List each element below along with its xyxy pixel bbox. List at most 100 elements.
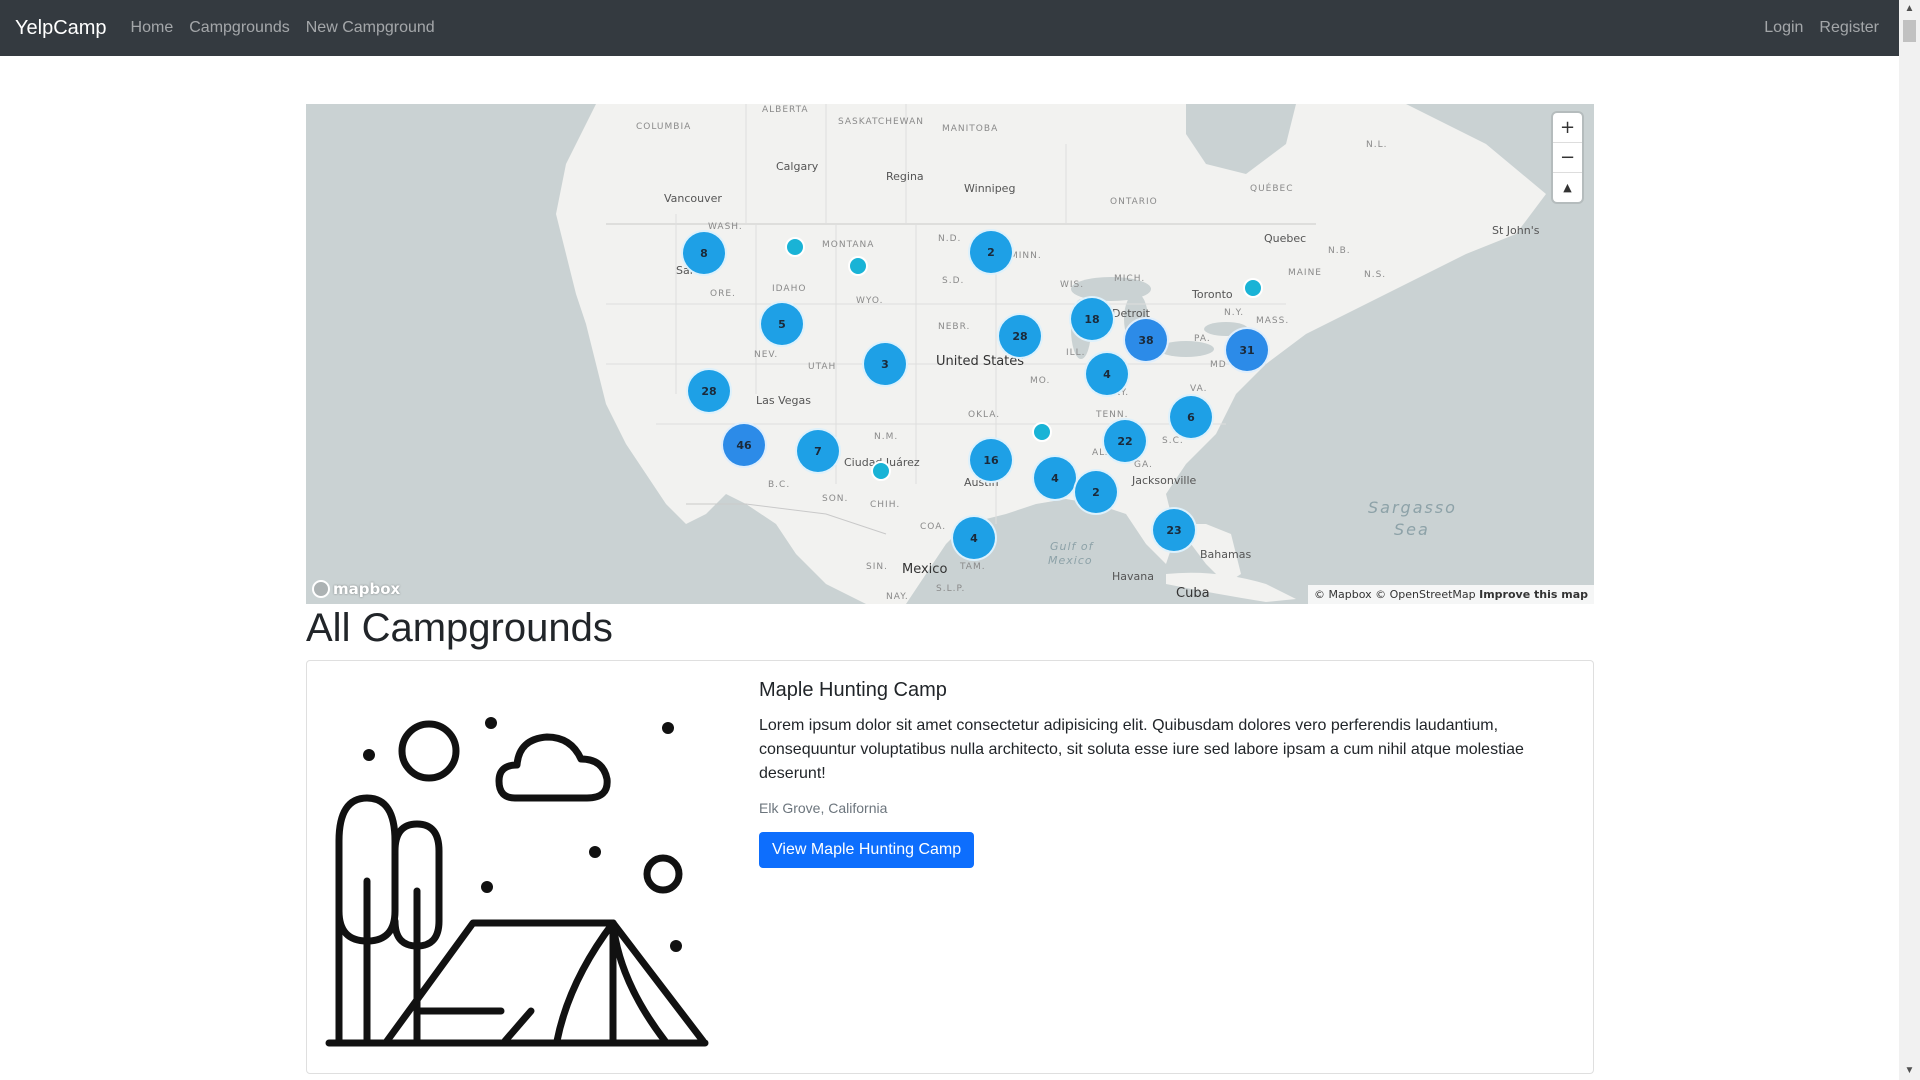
map-label-ny: N.Y. [1224,308,1245,318]
map-label-sin: SIN. [866,562,888,572]
map-city-bahamas: Bahamas [1200,548,1252,561]
map-country-cuba: Cuba [1176,586,1210,601]
map-cluster[interactable]: 38 [1123,317,1169,363]
map-label-tam: TAM. [960,562,986,572]
map-cluster[interactable]: 4 [1084,351,1130,397]
map-label-nay: NAY. [886,592,909,602]
campground-tent-illustration [325,717,709,1047]
map-label-maine: MAINE [1288,268,1322,278]
map-navigation-controls: + − ▲ [1553,113,1582,202]
mapbox-logo-icon [312,580,330,598]
nav-auth-links: Login Register [1764,19,1879,37]
map-label-chih: CHIH. [870,500,901,510]
zoom-in-button[interactable]: + [1553,113,1582,143]
map-cluster[interactable]: 31 [1224,327,1270,373]
map-label-mass: MASS. [1256,316,1290,326]
mapbox-logo-text: mapbox [333,580,401,598]
map-cluster[interactable]: 2 [1073,469,1119,515]
improve-map-link[interactable]: Improve this map [1479,588,1588,601]
campground-card: Maple Hunting Camp Lorem ipsum dolor sit… [306,660,1594,1074]
zoom-out-button[interactable]: − [1553,143,1582,173]
map-city-toronto: Toronto [1192,288,1233,301]
map-label-alberta: ALBERTA [762,105,809,115]
map-cluster[interactable]: 3 [862,341,908,387]
map-label-slp: S.L.P. [936,584,966,594]
mapbox-logo[interactable]: mapbox [312,580,400,598]
map-cluster[interactable]: 16 [968,437,1014,483]
map-city-regina: Regina [886,170,924,183]
map-label-wash: WASH. [708,222,743,232]
map-label-nl: N.L. [1366,140,1388,150]
attribution-osm-link[interactable]: © OpenStreetMap [1375,588,1476,601]
map-label-nev: NEV. [754,350,779,360]
map-cluster[interactable]: 2 [968,229,1014,275]
map-cluster[interactable]: 7 [795,428,841,474]
plus-icon: + [1559,117,1576,138]
brand-logo[interactable]: YelpCamp [15,17,107,40]
campground-location: Elk Grove, California [759,800,888,816]
page-title: All Campgrounds [306,606,613,650]
map-cluster[interactable]: 8 [681,230,727,276]
compass-icon: ▲ [1563,181,1572,194]
map-cluster[interactable]: 46 [721,422,767,468]
scroll-down-arrow-icon[interactable]: ▼ [1899,1064,1920,1078]
nav-campgrounds-link[interactable]: Campgrounds [189,19,290,37]
page-scrollbar[interactable]: ▲ ▼ [1899,0,1920,1080]
scroll-thumb[interactable] [1903,20,1916,42]
attribution-mapbox-link[interactable]: © Mapbox [1314,588,1372,601]
campground-title: Maple Hunting Camp [759,679,947,701]
map-sea-label-1: Sargasso [1368,498,1457,517]
map-label-montana: MONTANA [822,240,875,250]
map-cluster[interactable]: 23 [1151,507,1197,553]
nav-login-link[interactable]: Login [1764,19,1803,37]
reset-bearing-button[interactable]: ▲ [1553,173,1582,202]
map-cluster[interactable]: 4 [1032,455,1078,501]
cluster-map[interactable]: COLUMBIA ALBERTA SASKATCHEWAN MANITOBA O… [306,104,1594,604]
map-city-st-johns: St John's [1492,224,1540,237]
map-country-mexico: Mexico [902,562,948,577]
minus-icon: − [1559,147,1576,168]
map-gulf-label-1: Gulf of [1050,540,1094,553]
map-label-mich: MICH. [1114,274,1146,284]
map-cluster[interactable]: 5 [759,301,805,347]
map-label-wyo: WYO. [856,296,884,306]
map-label-ns: N.S. [1364,270,1387,280]
map-point[interactable] [785,237,805,257]
nav-register-link[interactable]: Register [1819,19,1879,37]
map-cluster[interactable]: 6 [1168,394,1214,440]
map-label-columbia: COLUMBIA [636,122,692,132]
map-label-utah: UTAH [808,362,837,372]
map-point[interactable] [1243,278,1263,298]
map-label-pa: PA. [1194,334,1211,344]
campground-description: Lorem ipsum dolor sit amet consectetur a… [759,717,1524,782]
map-city-havana: Havana [1112,570,1154,583]
map-label-va: VA. [1190,384,1208,394]
top-navbar: YelpCamp Home Campgrounds New Campground… [0,0,1899,56]
map-cluster[interactable]: 28 [686,368,732,414]
nav-new-campground-link[interactable]: New Campground [306,19,435,37]
map-city-vancouver: Vancouver [664,192,722,205]
nav-links: Home Campgrounds New Campground [131,19,435,37]
scroll-up-arrow-icon[interactable]: ▲ [1899,2,1920,16]
map-label-ga: GA. [1134,460,1153,470]
nav-home-link[interactable]: Home [131,19,174,37]
map-point[interactable] [1032,422,1052,442]
map-label-son: SON. [822,494,849,504]
map-cluster[interactable]: 18 [1069,296,1115,342]
map-label-nd: N.D. [938,234,962,244]
map-label-nebr: NEBR. [938,322,971,332]
map-label-mo: MO. [1030,376,1051,386]
map-cluster[interactable]: 28 [997,313,1043,359]
map-cluster[interactable]: 22 [1102,418,1148,464]
map-label-ore: ORE. [710,289,736,299]
map-label-coa: COA. [920,522,947,532]
map-label-bc: B.C. [768,480,791,490]
map-point[interactable] [871,461,891,481]
map-point[interactable] [848,256,868,276]
map-label-nm: N.M. [874,432,899,442]
map-cluster[interactable]: 4 [951,515,997,561]
map-label-ill: ILL. [1066,348,1086,358]
map-label-sd: S.D. [942,276,965,286]
map-gulf-label-2: Mexico [1048,554,1093,567]
view-campground-button[interactable]: View Maple Hunting Camp [759,832,975,868]
